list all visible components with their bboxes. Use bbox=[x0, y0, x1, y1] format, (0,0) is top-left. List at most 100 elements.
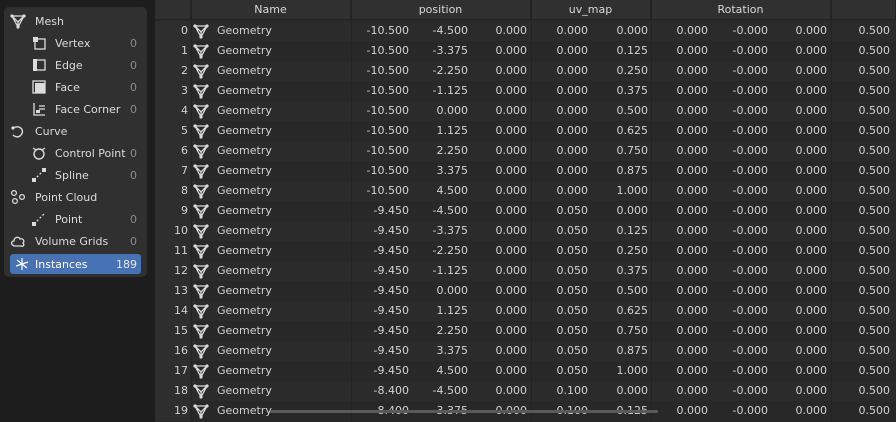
table-row[interactable]: 5 Geometry -10.500 1.125 0.000 0.000 0.625 0.00… bbox=[155, 121, 896, 141]
cell-rot-1: -0.000 bbox=[732, 84, 768, 97]
table-row[interactable]: 4 Geometry -10.500 0.000 0.000 0.000 0.500 0.00… bbox=[155, 101, 896, 121]
cell-rot-1: -0.000 bbox=[732, 264, 768, 277]
tree-item-count: 0 bbox=[130, 36, 137, 50]
cell-uv-1: 0.500 bbox=[616, 104, 649, 117]
spreadsheet: Name position uv_map Rotation 0 Geometry -… bbox=[155, 0, 896, 422]
table-row[interactable]: 2 Geometry -10.500 -2.250 0.000 0.000 0.250 0.0… bbox=[155, 61, 896, 81]
geometry-icon bbox=[193, 363, 209, 379]
tree-item-spline[interactable]: Spline 0 bbox=[4, 164, 147, 186]
cell-pos-2: 0.000 bbox=[495, 144, 528, 157]
tree-item-point[interactable]: Point 0 bbox=[4, 208, 147, 230]
column-header-uv-map[interactable]: uv_map bbox=[531, 0, 651, 20]
table-row[interactable]: 7 Geometry -10.500 3.375 0.000 0.000 0.875 0.00… bbox=[155, 161, 896, 181]
column-divider bbox=[831, 0, 832, 422]
table-row[interactable]: 3 Geometry -10.500 -1.125 0.000 0.000 0.375 0.0… bbox=[155, 81, 896, 101]
table-row[interactable]: 18 Geometry -8.400 -4.500 0.000 0.100 0.000 0.0… bbox=[155, 381, 896, 401]
cell-name: Geometry bbox=[217, 384, 272, 397]
tree-item-curve[interactable]: Curve bbox=[4, 120, 147, 142]
cell-rot-1: -0.000 bbox=[732, 204, 768, 217]
table-row[interactable]: 9 Geometry -9.450 -4.500 0.000 0.050 0.000 0.00… bbox=[155, 201, 896, 221]
cell-scale: 0.500 bbox=[858, 44, 891, 57]
cell-name: Geometry bbox=[217, 204, 272, 217]
table-row[interactable]: 16 Geometry -9.450 3.375 0.000 0.050 0.875 0.00… bbox=[155, 341, 896, 361]
table-row[interactable]: 0 Geometry -10.500 -4.500 0.000 0.000 0.000 0.0… bbox=[155, 21, 896, 41]
cell-pos-0: -10.500 bbox=[366, 64, 409, 77]
cell-pos-2: 0.000 bbox=[495, 344, 528, 357]
column-divider bbox=[651, 0, 652, 422]
cell-pos-0: -10.500 bbox=[366, 144, 409, 157]
cell-scale: 0.500 bbox=[858, 164, 891, 177]
cell-pos-1: 1.125 bbox=[436, 124, 469, 137]
cell-name: Geometry bbox=[217, 284, 272, 297]
cell-pos-2: 0.000 bbox=[495, 304, 528, 317]
cell-pos-0: -9.450 bbox=[373, 304, 409, 317]
tree-item-face-corner[interactable]: Face Corner 0 bbox=[4, 98, 147, 120]
table-row[interactable]: 13 Geometry -9.450 0.000 0.000 0.050 0.500 0.00… bbox=[155, 281, 896, 301]
cell-rot-1: -0.000 bbox=[732, 304, 768, 317]
cell-scale: 0.500 bbox=[858, 244, 891, 257]
cell-pos-0: -9.450 bbox=[373, 364, 409, 377]
cell-scale: 0.500 bbox=[858, 264, 891, 277]
column-header-name[interactable]: Name bbox=[191, 0, 351, 20]
table-row[interactable]: 14 Geometry -9.450 1.125 0.000 0.050 0.625 0.00… bbox=[155, 301, 896, 321]
tree-item-point-cloud[interactable]: Point Cloud bbox=[4, 186, 147, 208]
row-index: 14 bbox=[155, 301, 190, 321]
row-index: 4 bbox=[155, 101, 190, 121]
cell-uv-1: 0.750 bbox=[616, 144, 649, 157]
cell-name: Geometry bbox=[217, 64, 272, 77]
cell-pos-0: -10.500 bbox=[366, 84, 409, 97]
cell-rot-1: -0.000 bbox=[732, 404, 768, 417]
table-row[interactable]: 17 Geometry -9.450 4.500 0.000 0.050 1.000 0.00… bbox=[155, 361, 896, 381]
column-header-scale[interactable] bbox=[831, 0, 896, 20]
cell-uv-1: 0.000 bbox=[616, 204, 649, 217]
cell-rot-1: -0.000 bbox=[732, 124, 768, 137]
cell-pos-2: 0.000 bbox=[495, 84, 528, 97]
tree-item-control-point[interactable]: Control Point 0 bbox=[4, 142, 147, 164]
cell-uv-1: 0.250 bbox=[616, 244, 649, 257]
cell-pos-0: -10.500 bbox=[366, 164, 409, 177]
table-row[interactable]: 15 Geometry -9.450 2.250 0.000 0.050 0.750 0.00… bbox=[155, 321, 896, 341]
column-header-position[interactable]: position bbox=[351, 0, 531, 20]
cell-scale: 0.500 bbox=[858, 144, 891, 157]
cell-rot-2: 0.000 bbox=[795, 364, 828, 377]
table-row[interactable]: 11 Geometry -9.450 -2.250 0.000 0.050 0.250 0.0… bbox=[155, 241, 896, 261]
cell-rot-0: 0.000 bbox=[676, 384, 709, 397]
instances-icon bbox=[13, 255, 31, 273]
cell-scale: 0.500 bbox=[858, 84, 891, 97]
tree-item-edge[interactable]: Edge 0 bbox=[4, 54, 147, 76]
geometry-icon bbox=[193, 43, 209, 59]
cell-uv-0: 0.000 bbox=[556, 64, 589, 77]
tree-item-volume-grids[interactable]: Volume Grids 0 bbox=[4, 230, 147, 252]
tree-item-vertex[interactable]: Vertex 0 bbox=[4, 32, 147, 54]
tree-item-count: 0 bbox=[130, 168, 137, 182]
domain-panel: Mesh Vertex 0 Edge 0 Face 0 Face Corner … bbox=[4, 7, 147, 277]
cell-pos-1: 4.500 bbox=[436, 364, 469, 377]
cell-name: Geometry bbox=[217, 84, 272, 97]
cell-pos-2: 0.000 bbox=[495, 104, 528, 117]
table-row[interactable]: 6 Geometry -10.500 2.250 0.000 0.000 0.750 0.00… bbox=[155, 141, 896, 161]
column-divider bbox=[351, 0, 352, 422]
cell-scale: 0.500 bbox=[858, 224, 891, 237]
cell-pos-1: 3.375 bbox=[436, 344, 469, 357]
table-row[interactable]: 12 Geometry -9.450 -1.125 0.000 0.050 0.375 0.0… bbox=[155, 261, 896, 281]
table-row[interactable]: 1 Geometry -10.500 -3.375 0.000 0.000 0.125 0.0… bbox=[155, 41, 896, 61]
tree-item-instances[interactable]: Instances 189 bbox=[10, 254, 141, 274]
tree-item-mesh[interactable]: Mesh bbox=[4, 10, 147, 32]
cell-rot-2: 0.000 bbox=[795, 284, 828, 297]
cell-rot-1: -0.000 bbox=[732, 104, 768, 117]
cell-scale: 0.500 bbox=[858, 284, 891, 297]
table-row[interactable]: 8 Geometry -10.500 4.500 0.000 0.000 1.000 0.00… bbox=[155, 181, 896, 201]
geometry-icon bbox=[193, 263, 209, 279]
cell-rot-0: 0.000 bbox=[676, 204, 709, 217]
cell-uv-1: 0.375 bbox=[616, 264, 649, 277]
horizontal-scrollbar[interactable] bbox=[270, 410, 658, 413]
tree-item-face[interactable]: Face 0 bbox=[4, 76, 147, 98]
table-row[interactable]: 10 Geometry -9.450 -3.375 0.000 0.050 0.125 0.0… bbox=[155, 221, 896, 241]
cell-rot-1: -0.000 bbox=[732, 364, 768, 377]
row-index: 12 bbox=[155, 261, 190, 281]
cell-rot-0: 0.000 bbox=[676, 244, 709, 257]
column-header-rotation[interactable]: Rotation bbox=[651, 0, 831, 20]
cell-rot-1: -0.000 bbox=[732, 164, 768, 177]
tree-item-label: Spline bbox=[55, 168, 89, 182]
cell-uv-0: 0.050 bbox=[556, 344, 589, 357]
